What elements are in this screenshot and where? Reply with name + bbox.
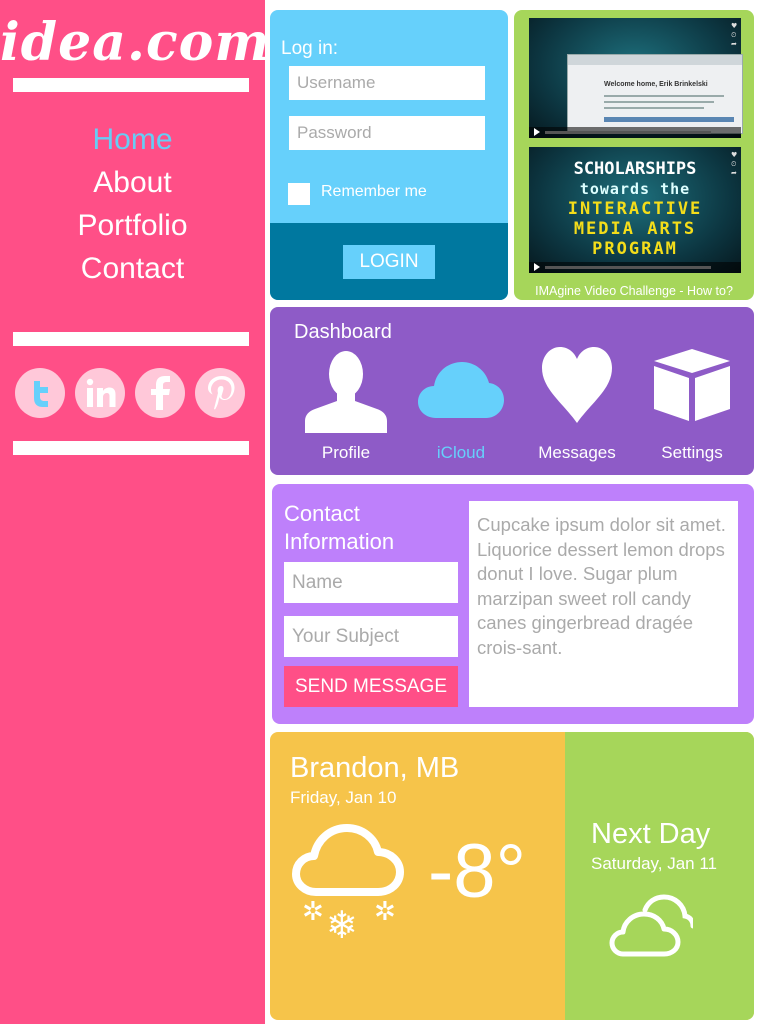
play-icon <box>534 128 540 136</box>
svg-text:✲: ✲ <box>302 897 324 927</box>
send-message-button[interactable]: SEND MESSAGE <box>284 666 458 707</box>
facebook-icon[interactable] <box>135 368 185 418</box>
video-panel: Welcome home, Erik Brinkelski ♥ ⏲ ➦ SCHOLA… <box>514 10 754 300</box>
site-logo[interactable]: idea.com <box>0 12 269 73</box>
dashboard-label: Profile <box>321 443 371 462</box>
video-line: MEDIA ARTS <box>573 219 697 239</box>
next-day-panel: Next Day Saturday, Jan 11 <box>565 732 754 1020</box>
remember-checkbox[interactable] <box>288 183 310 205</box>
video-title-card: SCHOLARSHIPS towards the INTERACTIVE MED… <box>529 159 741 259</box>
heart-icon <box>542 347 612 423</box>
play-icon <box>534 263 540 271</box>
main-nav: Home About Portfolio Contact <box>0 118 265 290</box>
preview-heading: Welcome home, Erik Brinkelski <box>604 81 708 88</box>
cloud-icon <box>418 362 504 418</box>
svg-text:✲: ✲ <box>374 897 396 927</box>
twitter-icon[interactable] <box>15 368 65 418</box>
person-icon <box>305 351 387 433</box>
nav-item-portfolio[interactable]: Portfolio <box>0 204 265 247</box>
video-line: INTERACTIVE <box>567 199 703 219</box>
contact-panel: Contact Information Name Your Subject SE… <box>272 484 754 724</box>
video-line: towards the <box>579 180 691 198</box>
dashboard-profile[interactable]: Profile <box>291 337 401 467</box>
divider <box>13 332 249 346</box>
video-thumbnail[interactable]: SCHOLARSHIPS towards the INTERACTIVE MED… <box>529 147 741 273</box>
video-side-icons[interactable]: ♥ ⏲ ➦ <box>731 151 737 178</box>
nav-item-about[interactable]: About <box>0 161 265 204</box>
pinterest-icon[interactable] <box>195 368 245 418</box>
name-field[interactable]: Name <box>284 562 458 603</box>
dashboard-label: iCloud <box>436 443 486 462</box>
login-button[interactable]: LOGIN <box>343 245 435 279</box>
svg-text:❄: ❄ <box>326 903 358 944</box>
cloudy-icon <box>609 894 693 957</box>
video-line: PROGRAM <box>592 239 678 259</box>
video-controls[interactable] <box>529 262 741 273</box>
divider <box>13 441 249 455</box>
remember-label: Remember me <box>321 183 427 200</box>
snow-cloud-icon: ✲ ❄ ✲ <box>292 824 404 944</box>
username-field[interactable]: Username <box>289 66 485 100</box>
nav-item-contact[interactable]: Contact <box>0 247 265 290</box>
video-caption[interactable]: IMAgine Video Challenge - How to? <box>514 284 754 298</box>
sidebar: idea.com Home About Portfolio Contact <box>0 0 269 1024</box>
dashboard-panel: Dashboard Profile iCloud Messages Settin… <box>270 307 754 475</box>
dashboard-icloud[interactable]: iCloud <box>406 337 516 467</box>
login-title: Log in: <box>281 38 339 59</box>
weather-panel: Brandon, MB Friday, Jan 10 ✲ ❄ ✲ -8° Nex… <box>270 732 754 1020</box>
dashboard-settings[interactable]: Settings <box>637 337 747 467</box>
linkedin-icon[interactable] <box>75 368 125 418</box>
dashboard-label: Messages <box>538 443 616 462</box>
weather-city: Brandon, MB <box>290 752 460 784</box>
divider <box>13 78 249 92</box>
screenshot-preview: Welcome home, Erik Brinkelski <box>567 54 743 134</box>
box-icon <box>654 349 730 421</box>
dashboard-messages[interactable]: Messages <box>522 337 632 467</box>
login-footer: LOGIN <box>270 223 508 300</box>
temperature: -8° <box>428 829 526 914</box>
nav-item-home[interactable]: Home <box>0 118 265 161</box>
video-thumbnail[interactable]: Welcome home, Erik Brinkelski ♥ ⏲ ➦ <box>529 18 743 138</box>
contact-title: Contact Information <box>284 501 395 554</box>
video-controls[interactable] <box>529 127 741 138</box>
dashboard-label: Settings <box>661 443 723 462</box>
password-field[interactable]: Password <box>289 116 485 150</box>
weather-date: Friday, Jan 10 <box>290 788 397 807</box>
video-line: SCHOLARSHIPS <box>573 159 697 179</box>
next-day-title: Next Day <box>591 818 711 850</box>
login-panel: Log in: Username Password Remember me LO… <box>270 10 508 300</box>
video-side-icons[interactable]: ♥ ⏲ ➦ <box>731 22 737 49</box>
subject-field[interactable]: Your Subject <box>284 616 458 657</box>
message-textarea[interactable]: Cupcake ipsum dolor sit amet. Liquorice … <box>469 501 738 707</box>
next-day-date: Saturday, Jan 11 <box>591 854 718 873</box>
